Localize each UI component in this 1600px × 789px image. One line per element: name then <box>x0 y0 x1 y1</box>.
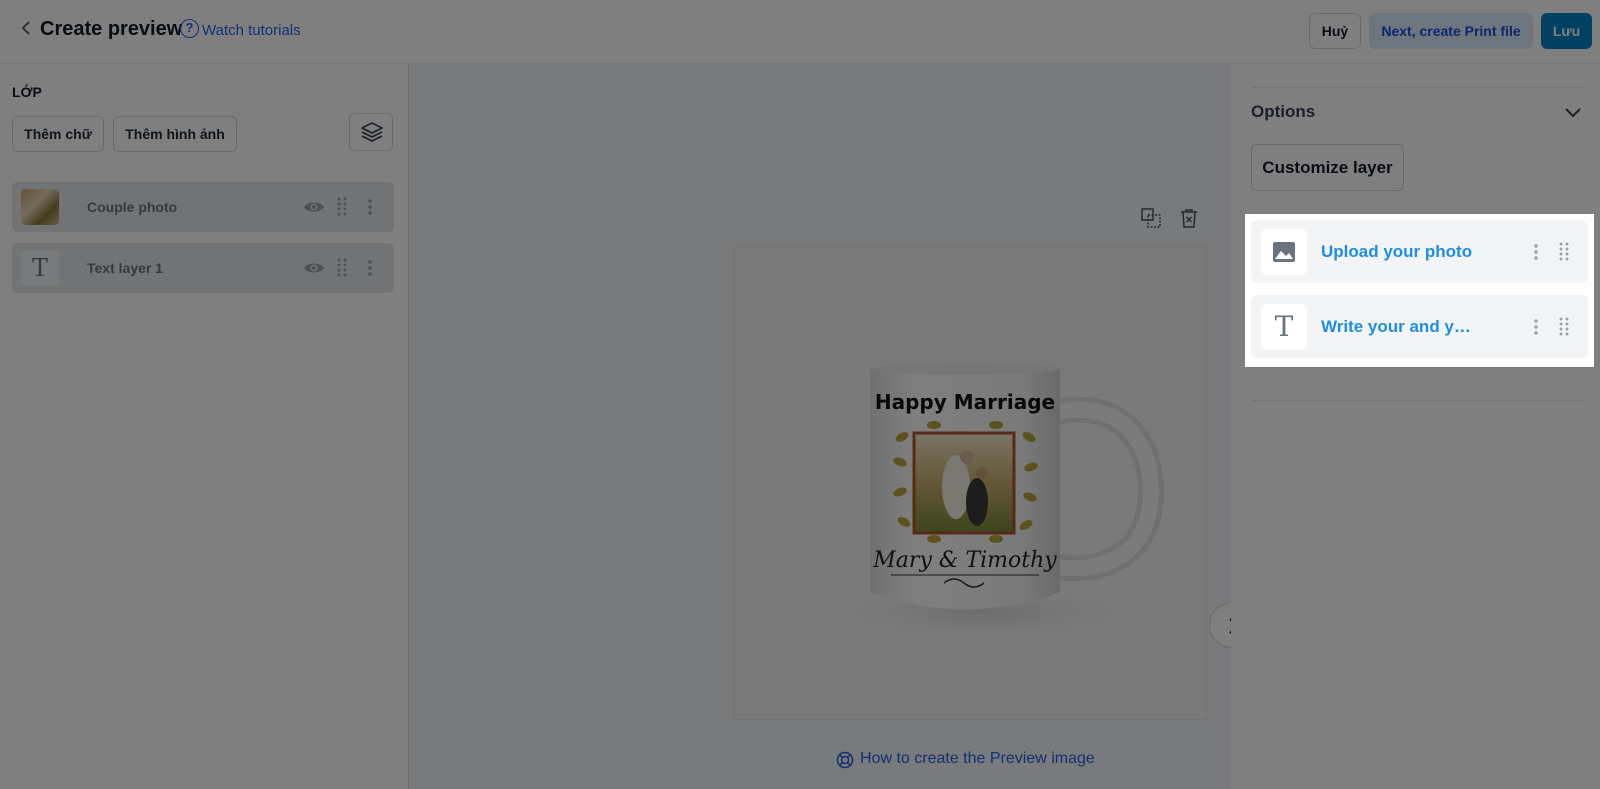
duplicate-icon[interactable] <box>1140 207 1162 229</box>
back-button[interactable] <box>16 16 36 40</box>
cancel-button[interactable]: Huỷ <box>1309 13 1361 49</box>
layers-toggle-button[interactable] <box>349 113 393 151</box>
watch-tutorials-link[interactable]: Watch tutorials <box>202 22 301 39</box>
layer-name: Text layer 1 <box>87 260 164 276</box>
next-create-print-file-button[interactable]: Next, create Print file <box>1369 13 1533 49</box>
layer-item-couple-photo[interactable]: Couple photo <box>12 182 394 232</box>
option-label: Write your and y… <box>1321 317 1471 336</box>
option-icon-box <box>1261 229 1307 275</box>
add-text-button[interactable]: Thêm chữ <box>12 116 104 152</box>
option-item-write-text[interactable]: T Write your and y… <box>1251 295 1588 358</box>
layers-icon <box>361 122 383 142</box>
drag-handle-icon[interactable] <box>335 256 349 280</box>
eye-icon[interactable] <box>303 257 325 279</box>
more-vertical-icon[interactable] <box>366 257 374 279</box>
more-vertical-icon[interactable] <box>1532 241 1540 263</box>
mug-title: Happy Marriage <box>875 390 1055 414</box>
save-button[interactable]: Lưu <box>1541 13 1592 49</box>
drag-handle-icon[interactable] <box>1557 240 1571 264</box>
lifebuoy-icon <box>836 751 854 769</box>
chevron-down-icon[interactable] <box>1561 100 1585 124</box>
chevron-left-icon <box>21 21 30 35</box>
divider <box>1251 87 1586 88</box>
more-vertical-icon[interactable] <box>1532 316 1540 338</box>
canvas-area: Happy Marriage Mary & Timothy How to cre… <box>409 64 1255 789</box>
divider <box>1251 400 1586 401</box>
layer-item-text-layer-1[interactable]: T Text layer 1 <box>12 243 394 293</box>
more-vertical-icon[interactable] <box>366 196 374 218</box>
drag-handle-icon[interactable] <box>1557 315 1571 339</box>
question-circle-icon[interactable]: ? <box>180 19 199 38</box>
mug-names: Mary & Timothy <box>872 548 1057 573</box>
preview-image[interactable]: Happy Marriage Mary & Timothy <box>733 246 1207 720</box>
drag-handle-icon[interactable] <box>335 195 349 219</box>
customize-layer-button[interactable]: Customize layer <box>1251 144 1404 191</box>
text-icon: T <box>21 250 59 286</box>
text-icon: T <box>1261 304 1307 350</box>
options-panel: Options Customize layer <box>1231 64 1600 789</box>
top-bar: Create preview ? Watch tutorials Huỷ Nex… <box>0 0 1600 64</box>
options-list-spotlight: Upload your photo T Write your and y… <box>1245 214 1594 367</box>
page-title: Create preview <box>40 18 183 40</box>
options-title: Options <box>1251 102 1316 121</box>
how-to-create-preview-link[interactable]: How to create the Preview image <box>860 750 1095 768</box>
option-item-upload-photo[interactable]: Upload your photo <box>1251 220 1588 283</box>
trash-icon[interactable] <box>1178 207 1200 229</box>
option-label: Upload your photo <box>1321 242 1473 261</box>
layers-title: LỚP <box>12 84 42 100</box>
layer-thumbnail <box>21 189 59 225</box>
eye-icon[interactable] <box>303 196 325 218</box>
layers-panel: LỚP Thêm chữ Thêm hình ảnh Couple photo … <box>0 64 409 789</box>
add-image-button[interactable]: Thêm hình ảnh <box>113 116 237 152</box>
layer-name: Couple photo <box>87 199 178 215</box>
image-icon <box>1273 242 1295 262</box>
mug-mockup: Happy Marriage Mary & Timothy <box>814 363 1165 642</box>
